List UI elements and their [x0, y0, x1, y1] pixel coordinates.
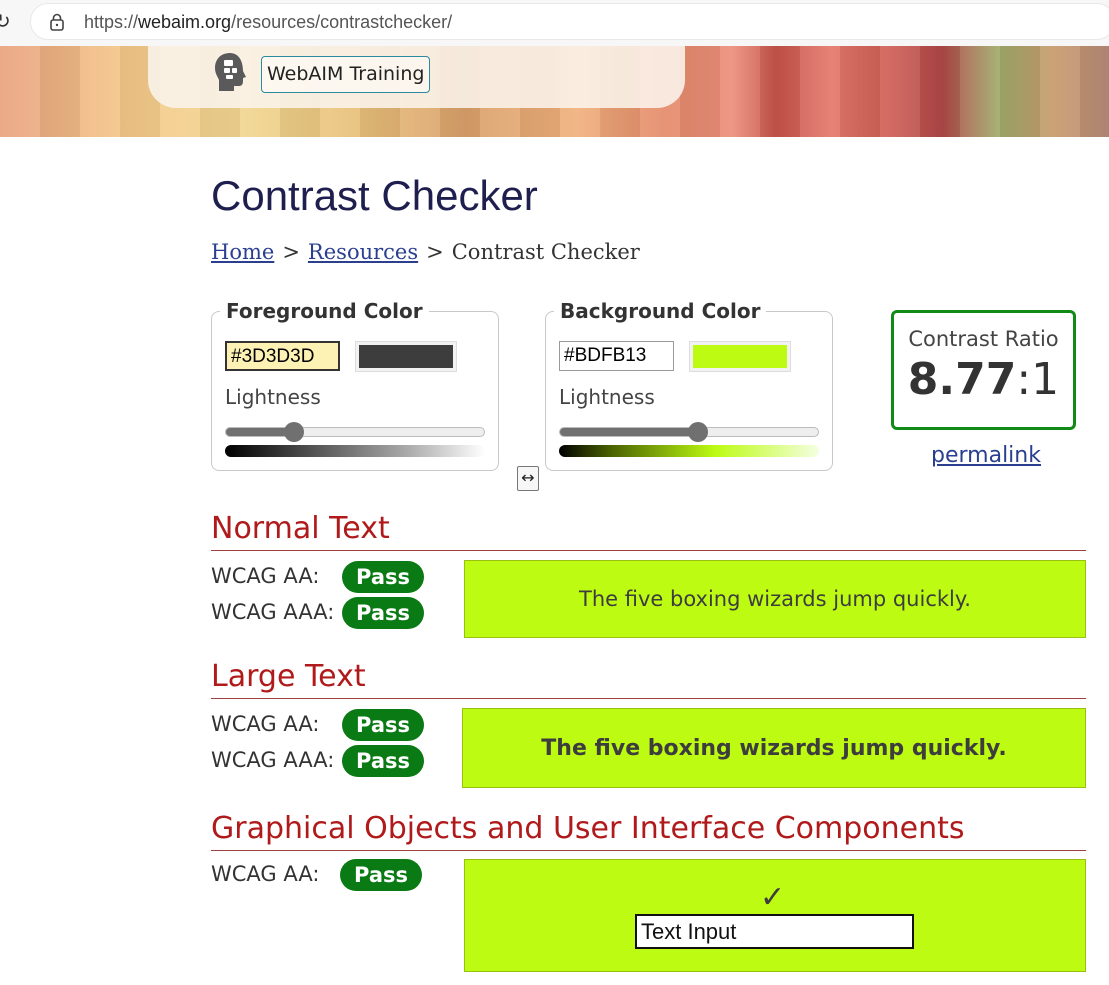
- contrast-ratio-value: 8.77:1: [894, 354, 1073, 405]
- large-aaa-label: WCAG AAA:: [211, 748, 335, 772]
- url-bar[interactable]: https://webaim.org/resources/contrastche…: [30, 3, 1109, 40]
- foreground-hex-input[interactable]: #3D3D3D: [225, 341, 340, 371]
- contrast-ratio-box: Contrast Ratio 8.77:1: [891, 310, 1076, 430]
- normal-text-sample: The five boxing wizards jump quickly.: [464, 560, 1086, 638]
- lock-icon[interactable]: [49, 13, 65, 31]
- permalink-link[interactable]: permalink: [931, 443, 1041, 468]
- breadcrumb-separator: >: [282, 240, 300, 264]
- breadcrumb-separator: >: [426, 240, 444, 264]
- swap-icon: ↔: [521, 468, 535, 487]
- sample-text-input[interactable]: Text Input: [635, 914, 914, 949]
- background-color-picker[interactable]: [689, 341, 791, 372]
- graphical-aa-pass-badge: Pass: [340, 859, 422, 891]
- background-slider-fill: [560, 428, 698, 436]
- normal-aa-pass-badge: Pass: [342, 561, 424, 593]
- reload-icon[interactable]: ↻: [0, 9, 11, 33]
- foreground-lightness-label: Lightness: [225, 385, 321, 409]
- url-host: webaim.org: [138, 12, 232, 32]
- browser-address-bar: ↻ https://webaim.org/resources/contrastc…: [0, 0, 1109, 46]
- background-legend: Background Color: [554, 299, 767, 323]
- contrast-ratio-number: 8.77: [907, 354, 1017, 405]
- foreground-color-panel: Foreground Color #3D3D3D Lightness: [211, 299, 499, 471]
- foreground-swatch: [359, 345, 453, 368]
- large-aa-pass-badge: Pass: [342, 709, 424, 741]
- large-aa-label: WCAG AA:: [211, 712, 320, 736]
- url-path: /resources/contrastchecker/: [231, 12, 453, 32]
- large-text-heading: Large Text: [211, 658, 1086, 699]
- large-text-sample: The five boxing wizards jump quickly.: [462, 708, 1086, 788]
- background-swatch: [693, 345, 787, 368]
- checkmark-icon: ✓: [760, 880, 786, 915]
- graphical-objects-heading: Graphical Objects and User Interface Com…: [211, 810, 1086, 851]
- normal-aaa-label: WCAG AAA:: [211, 600, 335, 624]
- breadcrumb-home-link[interactable]: Home: [211, 240, 274, 264]
- background-lightness-slider[interactable]: [559, 422, 819, 442]
- breadcrumb-current: Contrast Checker: [451, 240, 640, 264]
- normal-aaa-pass-badge: Pass: [342, 597, 424, 629]
- webaim-training-link[interactable]: WebAIM Training: [261, 56, 431, 93]
- url-text: https://webaim.org/resources/contrastche…: [84, 12, 452, 33]
- contrast-ratio-suffix: :1: [1016, 354, 1060, 405]
- breadcrumb: Home > Resources > Contrast Checker: [211, 240, 640, 264]
- large-aaa-pass-badge: Pass: [342, 745, 424, 777]
- webaim-logo-icon[interactable]: [212, 51, 248, 93]
- foreground-lightness-gradient: [225, 445, 485, 457]
- normal-aa-label: WCAG AA:: [211, 564, 320, 588]
- background-lightness-gradient: [559, 445, 819, 457]
- background-slider-thumb[interactable]: [688, 422, 708, 442]
- background-lightness-label: Lightness: [559, 385, 655, 409]
- background-hex-input[interactable]: #BDFB13: [559, 341, 674, 371]
- foreground-color-picker[interactable]: [355, 341, 457, 372]
- foreground-lightness-slider[interactable]: [225, 422, 485, 442]
- foreground-legend: Foreground Color: [220, 299, 429, 323]
- graphical-aa-label: WCAG AA:: [211, 862, 320, 886]
- background-color-panel: Background Color #BDFB13 Lightness: [545, 299, 833, 471]
- breadcrumb-resources-link[interactable]: Resources: [308, 240, 418, 264]
- site-nav: WebAIM Training: [148, 46, 685, 108]
- swap-colors-button[interactable]: ↔: [517, 466, 539, 491]
- page-title: Contrast Checker: [211, 172, 538, 219]
- url-prefix: https://: [84, 12, 139, 32]
- normal-text-heading: Normal Text: [211, 510, 1086, 551]
- foreground-slider-thumb[interactable]: [284, 422, 304, 442]
- contrast-ratio-label: Contrast Ratio: [908, 327, 1059, 351]
